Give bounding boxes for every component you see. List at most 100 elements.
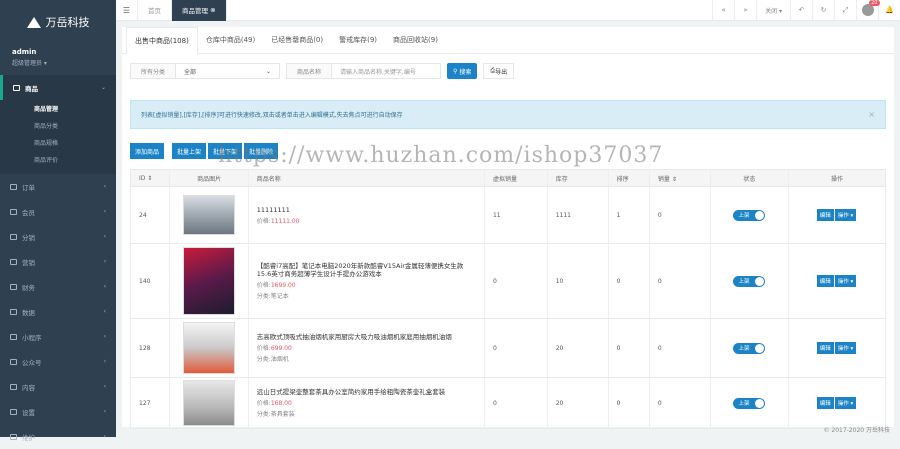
tab-sold-out[interactable]: 已经售罄商品(0): [263, 27, 331, 53]
category-select[interactable]: 所有分类 全部 ⌄: [130, 63, 280, 79]
logo[interactable]: 万岳科技: [0, 0, 116, 44]
close-tab-icon[interactable]: ⊗: [210, 6, 215, 14]
edit-button[interactable]: 编辑: [816, 342, 834, 354]
col-sort: 排序: [609, 170, 650, 186]
sidebar-item-wechat[interactable]: 公众号 ‹: [0, 349, 116, 374]
close-icon[interactable]: ×: [868, 110, 875, 119]
edit-button[interactable]: 编辑: [816, 397, 834, 409]
sidebar-item-miniapp[interactable]: 小程序 ‹: [0, 324, 116, 349]
tab-recycle-bin[interactable]: 商品回收站(9): [385, 27, 446, 53]
sidebar-item-orders[interactable]: 订单 ‹: [0, 174, 116, 199]
sidebar-item-products[interactable]: 商品 ⌄: [0, 75, 116, 100]
price-value: 699.00: [270, 345, 292, 352]
cell-virtual-sales[interactable]: 0: [485, 244, 548, 318]
cell-sort[interactable]: 0: [609, 319, 650, 377]
chevron-down-icon: ⌄: [265, 67, 271, 75]
sidebar-sub-product-spec[interactable]: 商品规格: [0, 134, 116, 151]
sidebar-sub-product-review[interactable]: 商品评价: [0, 151, 116, 168]
forward-icon[interactable]: »: [734, 0, 756, 21]
ops-dropdown[interactable]: 操作 ▾: [834, 209, 857, 221]
status-toggle[interactable]: 上架: [733, 342, 766, 354]
topbar-right: « » 关闭 ▾ ↶ ↻ ⤢ 20 🔔: [712, 0, 900, 21]
undo-icon[interactable]: ↶: [790, 0, 812, 21]
topbar: ☰ 首页 商品管理 ⊗ « » 关闭 ▾ ↶ ↻ ⤢ 20 🔔: [116, 0, 900, 21]
user-role[interactable]: 超级管理员 ▾: [12, 58, 104, 67]
cell-ops: 编辑 操作 ▾: [789, 187, 885, 243]
chevron-down-icon: ⌄: [100, 84, 106, 91]
cell-virtual-sales[interactable]: 11: [485, 187, 548, 243]
chevron-left-icon: ‹: [103, 208, 106, 215]
search-input[interactable]: 请输入商品名称,关键字,编号: [332, 67, 424, 76]
cell-status: 上架: [711, 319, 790, 377]
fullscreen-icon[interactable]: ⤢: [834, 0, 856, 21]
sidebar-item-marketing[interactable]: 营销 ‹: [0, 249, 116, 274]
cell-sort[interactable]: 1: [609, 187, 650, 243]
product-image[interactable]: [183, 247, 236, 315]
product-image[interactable]: [183, 380, 236, 426]
product-image[interactable]: [183, 195, 236, 235]
menu-toggle-icon[interactable]: ☰: [116, 0, 138, 21]
sidebar-item-data[interactable]: 数据 ‹: [0, 299, 116, 324]
sidebar-item-label: 设置: [22, 408, 35, 417]
watermark: https://www.huzhan.com/ishop37037: [218, 143, 664, 168]
status-toggle[interactable]: 上架: [733, 397, 766, 409]
cell-status: 上架: [711, 187, 790, 243]
main-panel: 出售中商品(108) 仓库中商品(49) 已经售罄商品(0) 警戒库存(9) 商…: [122, 27, 894, 429]
cell-virtual-sales[interactable]: 0: [485, 378, 548, 428]
cell-id: 128: [131, 319, 171, 377]
backward-icon[interactable]: «: [712, 0, 734, 21]
product-table: ID ⇕ 商品图片 商品名称 虚拟销量 库存 排序 销量 ⇕ 状态 操作 24 …: [130, 169, 886, 429]
sidebar-item-members[interactable]: 会员 ‹: [0, 199, 116, 224]
col-id[interactable]: ID ⇕: [131, 170, 171, 186]
cell-sort[interactable]: 0: [609, 244, 650, 318]
ops-dropdown[interactable]: 操作 ▾: [834, 342, 857, 354]
tab-warehouse[interactable]: 仓库中商品(49): [198, 27, 263, 53]
chevron-left-icon: ‹: [103, 283, 106, 290]
tab-product-manage[interactable]: 商品管理 ⊗: [172, 0, 227, 21]
sidebar-item-label: 内容: [22, 383, 35, 392]
sidebar-sub-product-manage[interactable]: 商品管理: [0, 100, 116, 117]
product-image[interactable]: [183, 322, 236, 374]
monitor-icon: [13, 84, 20, 91]
product-category: 分类:茶具套装: [256, 411, 295, 418]
cell-stock[interactable]: 1111: [548, 187, 609, 243]
sidebar-item-content[interactable]: 内容 ‹: [0, 374, 116, 399]
cell-sort[interactable]: 0: [609, 378, 650, 428]
edit-button[interactable]: 编辑: [816, 209, 834, 221]
notification-icon[interactable]: 20: [856, 0, 880, 21]
cell-stock[interactable]: 20: [548, 319, 609, 377]
search-button[interactable]: ⚲ 搜索: [447, 63, 478, 79]
ops-dropdown[interactable]: 操作 ▾: [834, 275, 857, 287]
edit-button[interactable]: 编辑: [816, 275, 834, 287]
export-label: 导出: [495, 68, 508, 76]
cell-stock[interactable]: 20: [548, 378, 609, 428]
price-label: 价格:: [256, 282, 271, 289]
sidebar-item-distribution[interactable]: 分销 ‹: [0, 224, 116, 249]
bell-icon[interactable]: 🔔: [878, 0, 900, 21]
add-product-button[interactable]: 添加商品: [130, 143, 165, 159]
sidebar-item-finance[interactable]: 财务 ‹: [0, 274, 116, 299]
product-name: 志高欧式顶吸式抽油烟机家用厨房大吸力吸油烟机家庭用抽烟机油烟: [256, 333, 452, 341]
export-button[interactable]: ⎙ 导出: [483, 63, 515, 79]
cell-stock[interactable]: 10: [548, 244, 609, 318]
order-icon: [10, 183, 17, 190]
sidebar-item-settings[interactable]: 设置 ‹: [0, 399, 116, 424]
tab-on-sale[interactable]: 出售中商品(108): [126, 27, 198, 54]
cell-ops: 编辑 操作 ▾: [789, 244, 885, 318]
close-menu-dropdown[interactable]: 关闭 ▾: [756, 0, 790, 21]
cell-virtual-sales[interactable]: 0: [485, 319, 548, 377]
tab-low-stock[interactable]: 警戒库存(9): [331, 27, 385, 53]
sidebar-sub-product-category[interactable]: 商品分类: [0, 117, 116, 134]
col-ops: 操作: [831, 175, 844, 183]
cell-ops: 编辑 操作 ▾: [789, 319, 885, 377]
status-toggle[interactable]: 上架: [733, 209, 766, 221]
user-panel[interactable]: admin 超级管理员 ▾: [0, 44, 116, 75]
bulk-on-sale-button[interactable]: 批量上架: [172, 143, 207, 159]
tab-home[interactable]: 首页: [138, 0, 172, 21]
status-toggle[interactable]: 上架: [733, 275, 766, 287]
price-value: 11111.00: [270, 217, 300, 225]
col-sales[interactable]: 销量 ⇕: [650, 170, 711, 186]
ops-dropdown[interactable]: 操作 ▾: [834, 397, 857, 409]
footer-copyright: © 2017-2020 万岳科技: [823, 427, 890, 434]
refresh-icon[interactable]: ↻: [812, 0, 834, 21]
